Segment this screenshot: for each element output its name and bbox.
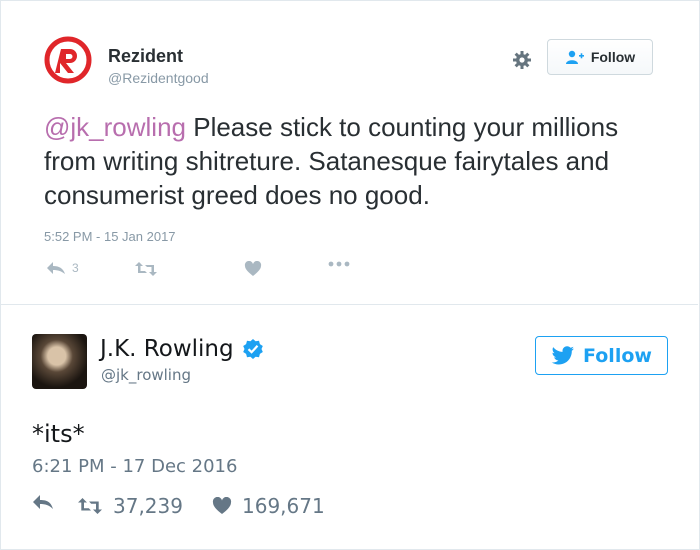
author-name[interactable]: Rezident — [108, 46, 183, 67]
retweet-icon — [135, 262, 157, 276]
reply-count: 3 — [72, 261, 79, 275]
tweet-divider — [0, 304, 698, 305]
follow-button-label: Follow — [590, 49, 636, 65]
tweet-timestamp[interactable]: 6:21 PM - 17 Dec 2016 — [32, 456, 237, 477]
follow-button[interactable]: Follow — [535, 336, 668, 375]
verified-badge-icon — [242, 339, 263, 359]
like-count: 169,671 — [242, 494, 325, 518]
author-handle[interactable]: @Rezidentgood — [108, 70, 209, 86]
tweet-rezident: Rezident @Rezidentgood Follow @jk_rowlin… — [22, 18, 670, 298]
avatar[interactable] — [32, 334, 87, 389]
tweet-text: *its* — [32, 420, 85, 448]
author-handle[interactable]: @jk_rowling — [101, 366, 191, 384]
retweet-action[interactable]: 37,239 — [77, 494, 183, 518]
follow-button[interactable]: Follow — [547, 39, 653, 75]
rezident-logo-avatar[interactable] — [44, 36, 92, 84]
follow-person-icon — [565, 50, 584, 64]
retweet-count: 37,239 — [113, 494, 183, 518]
tweet-text: @jk_rowling Please stick to counting you… — [44, 110, 654, 212]
like-action[interactable]: 169,671 — [212, 494, 325, 518]
tweet-actions: 37,239 169,671 — [32, 494, 432, 520]
author-name[interactable]: J.K. Rowling — [100, 336, 234, 362]
retweet-icon — [78, 498, 102, 514]
gear-icon[interactable] — [512, 50, 532, 70]
like-icon — [244, 261, 262, 276]
retweet-action[interactable] — [134, 261, 158, 277]
mention-link[interactable]: @jk_rowling — [44, 112, 186, 142]
tweet-actions: 3 — [44, 261, 350, 281]
reply-action[interactable]: 3 — [46, 261, 79, 275]
reply-icon — [33, 495, 53, 509]
follow-button-label: Follow — [583, 344, 652, 367]
like-action[interactable] — [244, 261, 262, 277]
author-name-row: J.K. Rowling — [100, 336, 264, 362]
reply-icon — [47, 262, 65, 274]
twitter-bird-icon — [551, 345, 575, 364]
more-action[interactable] — [328, 261, 350, 267]
more-icon — [328, 261, 350, 267]
tweet-timestamp[interactable]: 5:52 PM - 15 Jan 2017 — [44, 229, 176, 244]
heart-icon — [212, 497, 232, 514]
reply-action[interactable] — [32, 494, 54, 510]
